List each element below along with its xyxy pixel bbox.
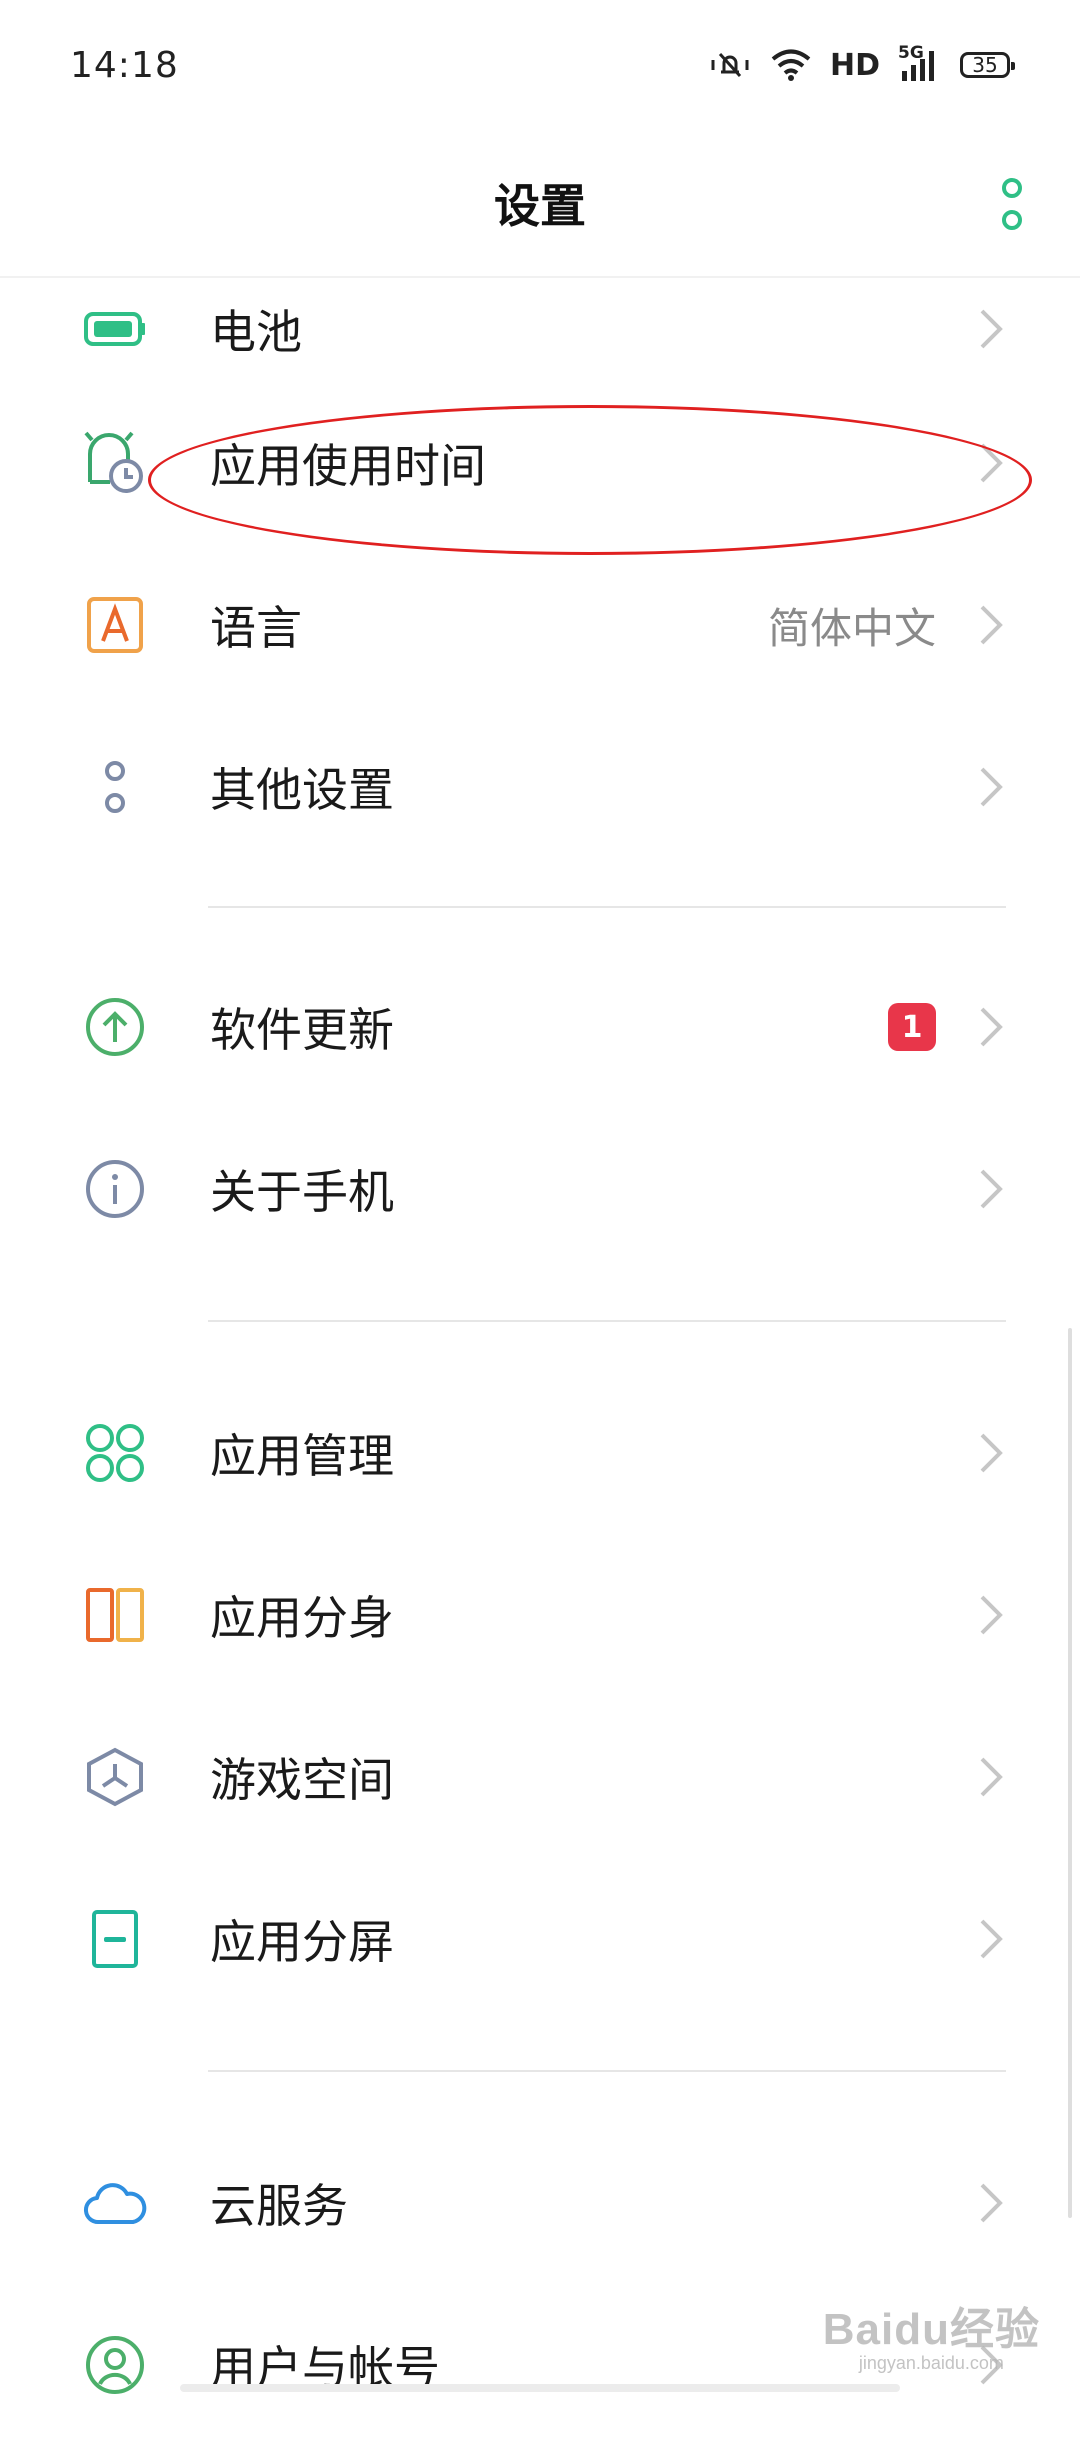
settings-item-label: 电池 <box>210 305 302 359</box>
upload-arrow-icon <box>82 994 148 1060</box>
status-time: 14:18 <box>70 44 179 86</box>
settings-item-app-clone[interactable]: 应用分身 <box>0 1534 1080 1696</box>
chevron-right-icon <box>980 1433 1003 1473</box>
language-icon <box>82 592 148 658</box>
split-screen-icon <box>82 1906 148 1972</box>
chevron-right-icon <box>980 1595 1003 1635</box>
language-value: 简体中文 <box>767 603 936 653</box>
update-count-badge: 1 <box>888 1003 936 1051</box>
wifi-icon <box>771 49 811 81</box>
settings-item-game-space[interactable]: 游戏空间 <box>0 1696 1080 1858</box>
settings-item-language[interactable]: 语言 简体中文 <box>0 544 1080 706</box>
settings-item-label: 应用分身 <box>210 1591 394 1645</box>
app-header: 设置 <box>0 130 1080 278</box>
settings-item-battery[interactable]: 电池 <box>0 276 1080 382</box>
user-icon <box>82 2332 148 2398</box>
settings-list: 电池 应用使用时间 语言 简体中文 其他设置 软件更新 1 关于手机 应用管理 … <box>0 276 1080 2446</box>
chevron-right-icon <box>980 1169 1003 1209</box>
watermark: Baidu经验 jingyan.baidu.com <box>823 2293 1040 2374</box>
settings-item-label: 应用管理 <box>210 1429 394 1483</box>
info-icon <box>82 1156 148 1222</box>
settings-item-label: 其他设置 <box>210 763 394 817</box>
battery-level: 35 <box>972 53 998 77</box>
status-bar: 14:18 HD 5G 35 <box>0 0 1080 130</box>
hexagon-icon <box>82 1744 148 1810</box>
gesture-navigation-bar[interactable] <box>180 2384 900 2392</box>
signal-icon: 5G <box>898 43 942 83</box>
chevron-right-icon <box>980 443 1003 483</box>
more-dot <box>1002 210 1022 230</box>
settings-item-other-settings[interactable]: 其他设置 <box>0 706 1080 868</box>
clone-icon <box>82 1582 148 1648</box>
settings-item-about-phone[interactable]: 关于手机 <box>0 1108 1080 1270</box>
settings-item-app-management[interactable]: 应用管理 <box>0 1372 1080 1534</box>
scrollbar-thumb[interactable] <box>1068 1328 1072 2218</box>
settings-item-label: 软件更新 <box>210 1003 394 1057</box>
settings-item-label: 云服务 <box>210 2179 348 2233</box>
chevron-right-icon <box>980 1757 1003 1797</box>
apps-grid-icon <box>82 1420 148 1486</box>
network-type-label: HD <box>829 47 880 83</box>
mute-vibrate-icon <box>711 52 749 78</box>
settings-item-label: 游戏空间 <box>210 1753 394 1807</box>
status-icons: HD 5G 35 <box>708 43 1015 83</box>
chevron-right-icon <box>980 1919 1003 1959</box>
more-options-button[interactable] <box>984 174 1040 234</box>
chevron-right-icon <box>980 605 1003 645</box>
settings-item-label: 应用使用时间 <box>210 439 486 493</box>
battery-icon <box>82 296 148 362</box>
alarm-clock-icon <box>82 430 148 496</box>
settings-item-label: 应用分屏 <box>210 1915 394 1969</box>
settings-item-app-usage-time[interactable]: 应用使用时间 <box>0 382 1080 544</box>
settings-item-label: 语言 <box>210 601 302 655</box>
settings-item-cloud-service[interactable]: 云服务 <box>0 2122 1080 2284</box>
battery-indicator: 35 <box>960 52 1015 78</box>
chevron-right-icon <box>980 2183 1003 2223</box>
chevron-right-icon <box>980 309 1003 349</box>
settings-item-label: 关于手机 <box>210 1165 394 1219</box>
dots-icon <box>82 754 148 820</box>
more-vertical-icon <box>1002 178 1022 198</box>
settings-item-software-update[interactable]: 软件更新 1 <box>0 946 1080 1108</box>
page-title: 设置 <box>494 179 586 233</box>
watermark-main: Baidu经验 <box>822 2305 1040 2354</box>
cloud-icon <box>82 2170 148 2236</box>
settings-item-split-screen[interactable]: 应用分屏 <box>0 1858 1080 2020</box>
chevron-right-icon <box>980 767 1003 807</box>
chevron-right-icon <box>980 1007 1003 1047</box>
